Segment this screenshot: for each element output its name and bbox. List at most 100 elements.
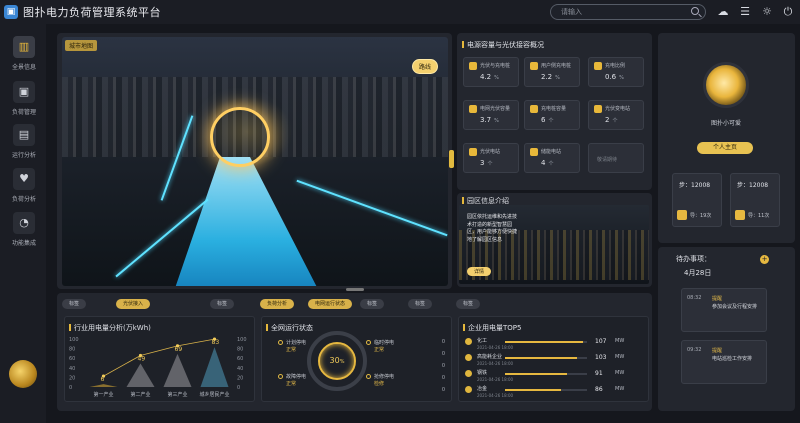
todo-tag: 提醒 [712,296,723,302]
area-peak-3[interactable] [200,347,229,387]
tab-0[interactable]: 标签 [62,299,87,309]
grid-status-panel: 全网运行状态 30% 计划停电 正常 故障停电 正常 临时停电 正常 抢修停电 检修 0… [261,316,452,402]
stat-icon [469,148,477,156]
area-peak-1[interactable] [126,363,155,387]
stat-icon [594,62,602,70]
y-tick-label: 40 [69,366,75,372]
step-card[interactable]: 步：12008 导：19次 [672,173,722,227]
stat-value: 3.7% [480,116,499,124]
stat-card-empty: 敬请期待 [588,143,644,173]
sidebar-item-load-analysis[interactable]: ♥ 负荷分析 [5,168,43,212]
stat-card[interactable]: 充电比例 0.6% [588,57,644,87]
stat-icon [469,105,477,113]
lightning-icon [735,210,745,220]
medal-icon [465,370,472,377]
rank-bar [505,373,587,375]
sidebar-item-functions[interactable]: ◔ 功能集成 [5,212,43,256]
tab-1[interactable]: 光伏接入 [116,299,151,309]
rank-date: 2021-04-26 18:00 [477,345,514,350]
personal-page-button[interactable]: 个人主页 [697,142,753,154]
search-input[interactable]: 请输入 [550,4,706,20]
stat-card[interactable]: 光伏与充电桩 4.2% [463,57,519,87]
tab-4[interactable]: 电网运行状态 [308,299,353,309]
stat-value: 2.2% [541,73,560,81]
todo-item[interactable]: 09:32 提醒 电站巡检工作安排 [681,340,767,384]
step-card[interactable]: 步：12008 导：11次 [730,173,780,227]
rank-bar [505,357,587,359]
rank-bar [505,389,587,391]
y-tick-label: 80 [69,347,75,353]
stat-card[interactable]: 储能电站 4 个 [524,143,580,173]
gauge-value: 30% [318,342,356,380]
power-icon[interactable]: ⏻ [781,5,795,19]
top5-title: 企业用电量TOP5 [463,323,521,333]
y2-tick-label: 80 [237,347,243,353]
area-peak-0[interactable] [89,384,118,387]
weather-icon[interactable]: ☁ [716,5,730,19]
city-3d-scene[interactable]: 城市地图 路线 [62,37,448,286]
todo-text: 电站巡检工作安排 [712,356,753,362]
rank-name: 化工 [477,338,488,344]
tab-5[interactable]: 标签 [360,299,385,309]
top5-panel: 企业用电量TOP5 化工 2021-04-26 18:00 107 MW 高能耗企业 20… [458,316,649,402]
logo-icon: ▣ [4,5,18,19]
detail-button[interactable]: 详情 [467,267,492,276]
rank-row[interactable]: 高能耗企业 2021-04-26 18:00 103 MW [465,353,647,369]
scale-label: 0 [441,351,445,357]
calendar-icon[interactable]: ☰ [738,5,752,19]
trend-point[interactable] [175,344,180,348]
tab-6[interactable]: 标签 [408,299,433,309]
todo-text: 参加会议及行程安排 [712,304,758,310]
todo-time: 08:32 [687,295,702,301]
todo-item[interactable]: 08:32 提醒 参加会议及行程安排 [681,288,767,332]
rank-row[interactable]: 钢铁 2021-04-26 18:00 91 MW [465,369,647,385]
stat-card[interactable]: 用户侧充电桩 2.2% [524,57,580,87]
route-button[interactable]: 路线 [411,59,438,74]
rank-date: 2021-04-26 18:00 [477,361,514,366]
trend-point[interactable] [101,374,106,378]
profile-avatar[interactable] [703,62,749,108]
road-line [296,179,448,237]
rank-bar-fill [505,341,583,343]
search-icon[interactable] [691,7,699,15]
y-tick-label: 100 [69,337,79,343]
collapse-handle[interactable] [449,150,454,168]
rank-row[interactable]: 冶金 2021-04-26 18:00 86 MW [465,385,647,401]
add-todo-button[interactable]: + [760,255,769,264]
area-peak-2[interactable] [163,353,192,387]
tab-3[interactable]: 负荷分析 [260,299,295,309]
sun-icon[interactable]: ☼ [760,5,774,19]
avatar[interactable] [9,360,37,388]
todo-date: 4月28日 [684,269,712,277]
stat-card[interactable]: 电网光伏容量 3.7% [463,100,519,130]
medal-icon [465,386,472,393]
stat-card[interactable]: 光伏电站 3 个 [463,143,519,173]
step-label: 导：19次 [690,213,712,219]
tab-7[interactable]: 标签 [456,299,481,309]
stat-value: 6个 [541,116,554,124]
sidebar-item-overview[interactable]: ▥ 全景信息 [5,36,43,80]
collapse-handle-bottom[interactable] [346,288,364,291]
legend-item: 计划停电 正常 [278,339,306,353]
rank-value: 86 [595,386,603,393]
search-placeholder: 请输入 [561,8,582,16]
rank-name: 高能耗企业 [477,354,503,360]
stat-label: 储能电站 [541,149,562,155]
scale-label: 0 [441,387,445,393]
sidebar-item-label: 负荷管理 [11,109,36,116]
rank-unit: MW [615,370,625,376]
rank-name: 钢铁 [477,370,488,376]
stat-card[interactable]: 充电桩容量 6 个 [524,100,580,130]
trend-point[interactable] [138,353,143,358]
rank-name: 冶金 [477,386,488,392]
stat-card[interactable]: 光伏变电站 2 个 [588,100,644,130]
rank-row[interactable]: 化工 2021-04-26 18:00 107 MW [465,337,647,353]
gauge-number: 30 [329,356,340,365]
stat-value: 3个 [480,159,493,167]
sidebar-item-label: 运行分析 [11,152,36,159]
trend-point[interactable] [212,337,217,341]
sidebar-item-load[interactable]: ▣ 负荷管理 [5,81,43,125]
industry-chart-panel: 行业用电量分析(万kWh) 100 100 80 80 60 60 40 40 20 20 0 0 6 第… [64,316,255,402]
tab-2[interactable]: 标签 [210,299,235,309]
sidebar-item-analysis[interactable]: ▤ 运行分析 [5,124,43,168]
